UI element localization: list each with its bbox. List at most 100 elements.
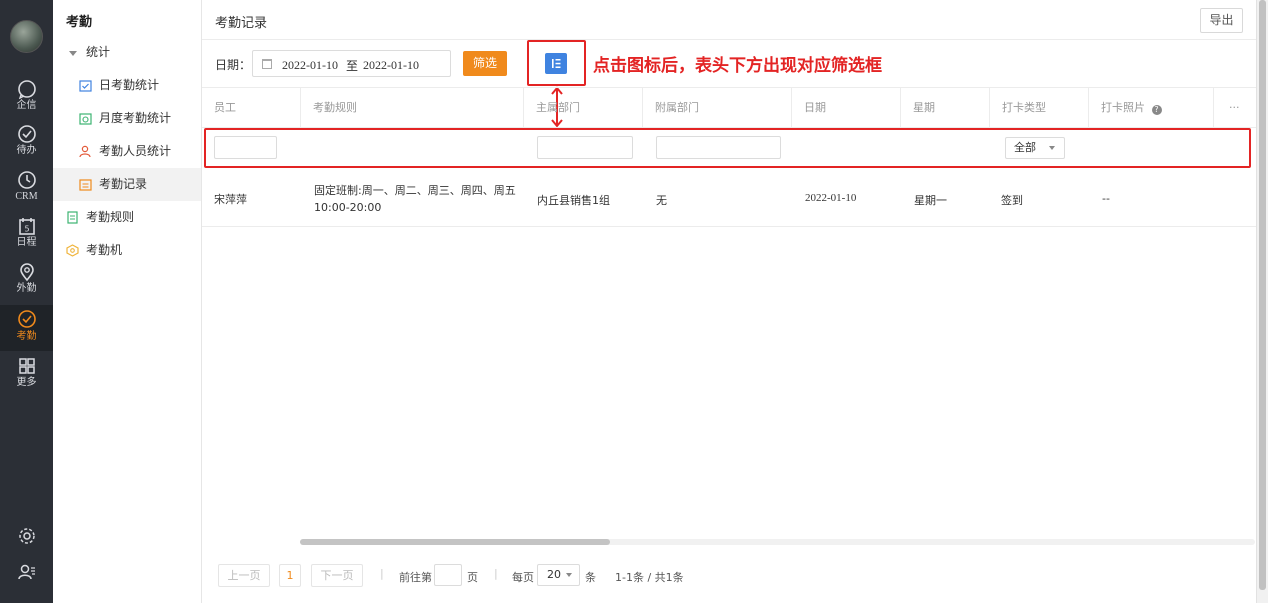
list-filter-icon: [552, 59, 561, 68]
next-page-button[interactable]: 下一页: [311, 564, 363, 587]
attendance-icon: [17, 310, 36, 328]
main-dept-filter-input[interactable]: [537, 136, 633, 159]
menu-item-records[interactable]: 考勤记录: [53, 168, 201, 201]
location-icon: [19, 263, 34, 282]
cell-photo: --: [1102, 192, 1110, 205]
nav-item-attendance[interactable]: 考勤: [0, 305, 53, 351]
svg-text:5: 5: [24, 225, 29, 234]
chat-icon: [17, 80, 36, 99]
filter-button[interactable]: 筛选: [463, 51, 507, 76]
rule-icon: [67, 211, 78, 224]
rule-line: 10:00-20:00: [314, 201, 382, 214]
column-header-photo[interactable]: 打卡照片 ?: [1088, 88, 1213, 128]
record-icon: [79, 179, 92, 191]
per-page-select[interactable]: 20: [537, 564, 580, 586]
column-header-weekday[interactable]: 星期: [900, 88, 989, 128]
grid-icon: [18, 358, 35, 374]
nav-item-crm[interactable]: CRM: [0, 170, 53, 216]
nav-label: 日程: [16, 237, 37, 248]
column-header-rule[interactable]: 考勤规则: [300, 88, 523, 128]
date-to: 2022-01-10: [363, 58, 419, 72]
per-page-unit: 条: [585, 571, 596, 584]
cell-sub-dept: 无: [656, 194, 667, 207]
caret-down-icon: [69, 51, 77, 56]
menu-item-label: 月度考勤统计: [99, 111, 172, 125]
column-header-label: 打卡照片: [1101, 101, 1145, 114]
divider: [202, 39, 1256, 40]
horizontal-scrollbar[interactable]: [300, 539, 1255, 545]
nav-label: 考勤: [16, 331, 37, 342]
attendance-menu: 考勤 统计 日考勤统计 月度考勤统计 考勤人员统计 考勤记录 考勤规则 考勤机: [53, 0, 202, 603]
clock-type-filter-select[interactable]: 全部: [1005, 137, 1065, 159]
contacts-button[interactable]: [0, 562, 53, 582]
date-from: 2022-01-10: [282, 58, 338, 72]
select-value: 20: [547, 568, 561, 581]
cell-main-dept: 内丘县销售1组: [537, 194, 610, 207]
nav-item-schedule[interactable]: 5 日程: [0, 216, 53, 262]
sub-dept-filter-input[interactable]: [656, 136, 781, 159]
daily-stat-icon: [79, 80, 92, 92]
pagination-summary: 1-1条 / 共1条: [615, 571, 684, 584]
nav-item-chat[interactable]: 企信: [0, 79, 53, 125]
vertical-scrollbar[interactable]: [1256, 0, 1268, 603]
menu-item-device[interactable]: 考勤机: [53, 234, 201, 267]
menu-item-rules[interactable]: 考勤规则: [53, 201, 201, 234]
menu-item-monthly-stats[interactable]: 月度考勤统计: [53, 102, 201, 135]
select-value: 全部: [1014, 141, 1036, 154]
goto-prefix: 前往第: [399, 571, 432, 584]
calendar-icon: [262, 59, 272, 69]
column-filter-toggle-button[interactable]: [545, 53, 567, 74]
nav-item-todo[interactable]: 待办: [0, 124, 53, 170]
nav-item-field[interactable]: 外勤: [0, 262, 53, 308]
column-more-button[interactable]: ···: [1213, 88, 1256, 128]
cell-date: 2022-01-10: [805, 192, 857, 204]
date-label: 日期：: [215, 58, 252, 72]
goto-suffix: 页: [467, 571, 478, 584]
scrollbar-thumb[interactable]: [300, 539, 610, 545]
export-button[interactable]: 导出: [1200, 8, 1243, 33]
date-range-picker[interactable]: 2022-01-10 至 2022-01-10: [252, 50, 451, 77]
column-header-employee[interactable]: 员工: [202, 88, 300, 128]
nav-item-more[interactable]: 更多: [0, 356, 53, 402]
per-page-label: 每页: [512, 571, 534, 584]
goto-page-input[interactable]: [434, 564, 462, 586]
menu-group-stats[interactable]: 统计: [53, 36, 201, 69]
separator: |: [494, 567, 498, 580]
gear-icon: [18, 528, 35, 544]
check-circle-icon: [17, 125, 36, 143]
cell-rule: 固定班制:周一、周二、周三、周四、周五 10:00-20:00: [314, 182, 516, 216]
separator: |: [380, 567, 384, 580]
menu-item-label: 考勤记录: [99, 177, 148, 191]
prev-page-button[interactable]: 上一页: [218, 564, 270, 587]
nav-label: 外勤: [16, 283, 37, 294]
annotation-text: 点击图标后，表头下方出现对应筛选框: [593, 56, 882, 76]
menu-item-label: 统计: [86, 45, 111, 59]
menu-item-person-stats[interactable]: 考勤人员统计: [53, 135, 201, 168]
cell-weekday: 星期一: [914, 194, 947, 207]
settings-button[interactable]: [0, 526, 53, 546]
contacts-icon: [17, 564, 35, 580]
chevron-down-icon: [566, 573, 572, 577]
column-header-clock-type[interactable]: 打卡类型: [989, 88, 1088, 128]
nav-label: 企信: [16, 100, 37, 111]
employee-filter-input[interactable]: [214, 136, 277, 159]
menu-item-label: 考勤人员统计: [99, 144, 172, 158]
column-header-sub-dept[interactable]: 附属部门: [642, 88, 791, 128]
menu-item-daily-stats[interactable]: 日考勤统计: [53, 69, 201, 102]
date-separator: 至: [346, 59, 359, 73]
column-header-date[interactable]: 日期: [791, 88, 900, 128]
column-header-main-dept[interactable]: 主属部门: [523, 88, 642, 128]
scrollbar-thumb[interactable]: [1259, 0, 1266, 590]
calendar-icon: 5: [18, 218, 35, 235]
help-icon[interactable]: ?: [1151, 105, 1162, 115]
nav-label: 待办: [16, 145, 37, 156]
menu-title: 考勤: [66, 15, 93, 30]
rule-line: 固定班制:周一、周二、周三、周四、周五: [314, 184, 516, 197]
device-icon: [66, 244, 79, 257]
page-number-current[interactable]: 1: [279, 564, 301, 587]
menu-item-label: 日考勤统计: [99, 78, 160, 92]
clock-icon: [17, 171, 36, 189]
avatar[interactable]: [10, 20, 43, 53]
chevron-down-icon: [1049, 146, 1055, 150]
page-title: 考勤记录: [215, 16, 268, 31]
